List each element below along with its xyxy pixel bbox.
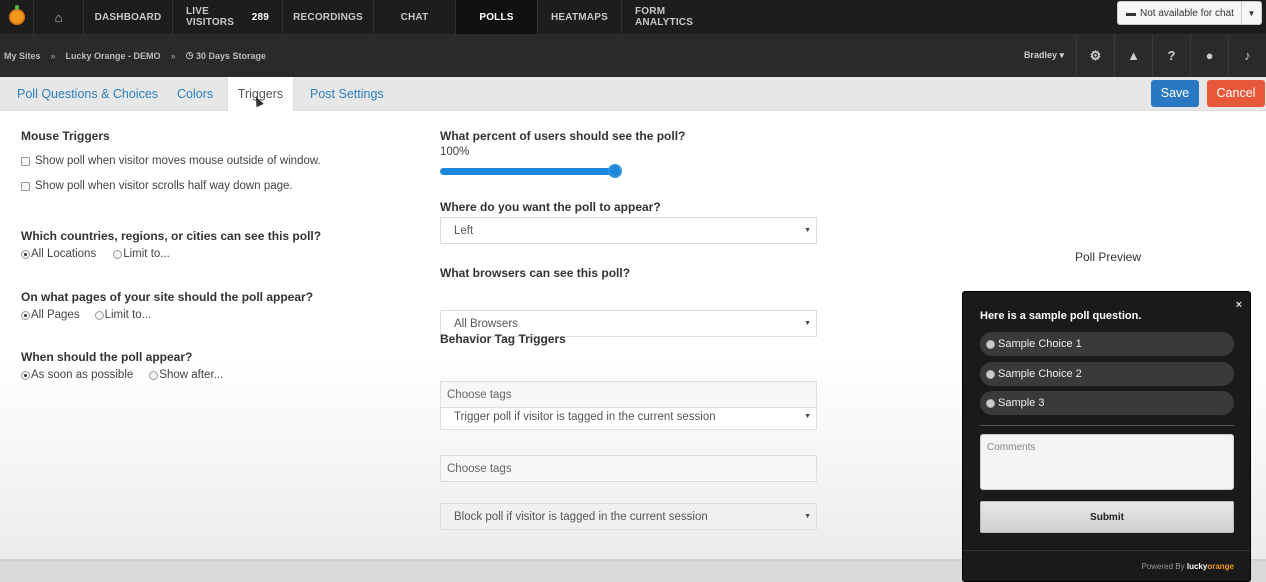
poll-preview-widget: × Here is a sample poll question. Sample… bbox=[962, 291, 1251, 582]
block-tags-input[interactable]: Choose tags bbox=[440, 455, 817, 482]
behavior-heading: Behavior Tag Triggers bbox=[440, 332, 566, 346]
chat-bubble-icon: ▬ bbox=[1126, 7, 1136, 19]
lucky-orange-wordmark: luckyorange bbox=[1186, 562, 1234, 571]
percent-value: 100% bbox=[440, 146, 470, 158]
live-visitors-count: 289 bbox=[251, 11, 269, 23]
divider bbox=[980, 425, 1234, 426]
choice-radio[interactable] bbox=[986, 369, 995, 379]
editor-tabs: Poll Questions & Choices Colors Triggers… bbox=[0, 77, 1266, 111]
scroll-half-checkbox[interactable] bbox=[21, 181, 30, 191]
chevron-down-icon: ▼ bbox=[804, 413, 811, 420]
all-locations-radio[interactable]: All Locations bbox=[21, 248, 96, 260]
orange-icon bbox=[8, 5, 25, 25]
tab-poll-questions[interactable]: Poll Questions & Choices bbox=[17, 77, 158, 111]
when-radio-group: As soon as possible Show after... bbox=[21, 369, 223, 381]
user-menu[interactable]: Bradley ▾ bbox=[1012, 50, 1076, 61]
breadcrumb-site[interactable]: Lucky Orange - DEMO bbox=[66, 51, 161, 61]
browsers-heading: What browsers can see this poll? bbox=[440, 266, 631, 280]
submit-button[interactable]: Submit bbox=[980, 501, 1234, 533]
show-after-radio[interactable]: Show after... bbox=[149, 369, 223, 381]
poll-choice[interactable]: Sample Choice 1 bbox=[980, 332, 1234, 356]
mouse-triggers-heading: Mouse Triggers bbox=[21, 129, 110, 143]
nav-recordings[interactable]: RECORDINGS bbox=[283, 0, 374, 34]
status-dot-icon[interactable]: ● bbox=[1190, 34, 1228, 77]
mouse-outside-option[interactable]: Show poll when visitor moves mouse outsi… bbox=[21, 155, 321, 167]
choice-radio[interactable] bbox=[986, 398, 995, 408]
chevron-down-icon[interactable]: ▼ bbox=[1241, 2, 1261, 24]
limit-pages-radio[interactable]: Limit to... bbox=[94, 309, 151, 321]
scroll-half-option[interactable]: Show poll when visitor scrolls half way … bbox=[21, 180, 293, 192]
save-button[interactable]: Save bbox=[1151, 80, 1199, 107]
graduation-cap-icon[interactable]: ▲ bbox=[1114, 34, 1152, 77]
countries-radio-group: All Locations Limit to... bbox=[21, 248, 170, 260]
tab-post-settings[interactable]: Post Settings bbox=[310, 77, 384, 111]
percent-slider-handle[interactable] bbox=[608, 164, 622, 178]
poll-preview-title: Poll Preview bbox=[1075, 250, 1142, 264]
percent-heading: What percent of users should see the pol… bbox=[440, 129, 686, 143]
block-tag-select[interactable]: Block poll if visitor is tagged in the c… bbox=[440, 503, 817, 530]
help-icon[interactable]: ? bbox=[1152, 34, 1190, 77]
all-pages-radio[interactable]: All Pages bbox=[21, 309, 80, 321]
nav-polls[interactable]: POLLS bbox=[456, 0, 538, 34]
pages-heading: On what pages of your site should the po… bbox=[21, 290, 314, 304]
percent-slider-track[interactable] bbox=[440, 168, 616, 175]
mouse-outside-checkbox[interactable] bbox=[21, 156, 30, 166]
asap-radio[interactable]: As soon as possible bbox=[21, 369, 133, 381]
nav-chat[interactable]: CHAT bbox=[374, 0, 456, 34]
nav-heatmaps[interactable]: HEATMAPS bbox=[538, 0, 622, 34]
chat-status-dropdown[interactable]: ▬ Not available for chat ▼ bbox=[1117, 1, 1262, 25]
gear-icon[interactable]: ⚙ bbox=[1076, 34, 1114, 77]
position-select[interactable]: Left ▼ bbox=[440, 217, 817, 244]
comments-textarea[interactable]: Comments bbox=[980, 434, 1234, 490]
storage-label: 30 Days Storage bbox=[195, 50, 266, 61]
divider bbox=[963, 550, 1250, 551]
tab-triggers[interactable]: Triggers bbox=[227, 77, 294, 111]
countries-heading: Which countries, regions, or cities can … bbox=[21, 229, 322, 243]
cancel-button[interactable]: Cancel bbox=[1207, 80, 1265, 107]
nav-dashboard[interactable]: DASHBOARD bbox=[84, 0, 173, 34]
clock-icon: ◷ bbox=[185, 50, 196, 60]
breadcrumb-bar: My Sites » Lucky Orange - DEMO » ◷ 30 Da… bbox=[0, 34, 1266, 77]
chevron-down-icon: ▼ bbox=[804, 320, 811, 327]
top-nav: ⌂ DASHBOARD LIVE VISITORS 289 RECORDINGS … bbox=[0, 0, 1266, 34]
powered-by: Powered By luckyorange bbox=[1141, 562, 1234, 571]
poll-choice[interactable]: Sample 3 bbox=[980, 391, 1234, 415]
position-heading: Where do you want the poll to appear? bbox=[440, 200, 661, 214]
nav-live-visitors[interactable]: LIVE VISITORS 289 bbox=[173, 0, 283, 34]
close-icon[interactable]: × bbox=[1236, 299, 1242, 311]
tab-colors[interactable]: Colors bbox=[177, 77, 213, 111]
poll-choice[interactable]: Sample Choice 2 bbox=[980, 362, 1234, 386]
lucky-orange-logo[interactable] bbox=[0, 0, 34, 34]
chevron-down-icon: ▼ bbox=[804, 513, 811, 520]
choice-radio[interactable] bbox=[986, 339, 995, 349]
when-heading: When should the poll appear? bbox=[21, 350, 193, 364]
pages-radio-group: All Pages Limit to... bbox=[21, 309, 151, 321]
breadcrumb-separator: » bbox=[170, 50, 176, 61]
chevron-down-icon: ▼ bbox=[804, 227, 811, 234]
nav-form-analytics[interactable]: FORM ANALYTICS bbox=[622, 0, 716, 34]
home-icon[interactable]: ⌂ bbox=[34, 0, 84, 34]
limit-locations-radio[interactable]: Limit to... bbox=[113, 248, 170, 260]
breadcrumb-separator: » bbox=[50, 50, 56, 61]
trigger-tags-input[interactable]: Choose tags bbox=[440, 381, 817, 408]
poll-question: Here is a sample poll question. bbox=[980, 310, 1142, 322]
volume-icon[interactable]: ♪ bbox=[1228, 34, 1266, 77]
breadcrumb-my-sites[interactable]: My Sites bbox=[0, 51, 41, 61]
